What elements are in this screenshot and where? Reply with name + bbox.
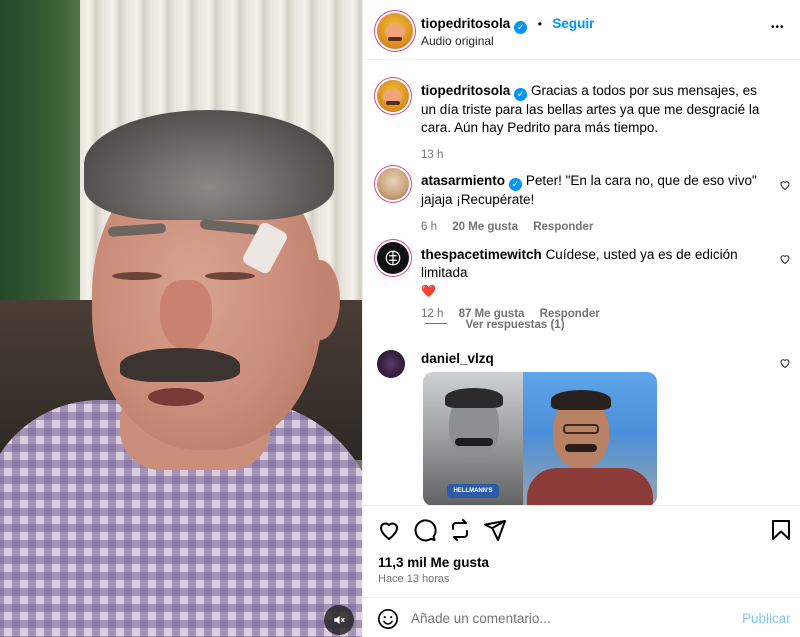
verified-badge-icon: ✓ [509, 178, 523, 191]
person-eye-right [205, 272, 255, 280]
comment-time[interactable]: 6 h [421, 221, 437, 233]
like-comment-heart-icon[interactable] [779, 253, 791, 265]
emoji-smiley-icon[interactable] [377, 608, 399, 630]
post-media-video[interactable] [0, 0, 362, 637]
photo-color-shirt [527, 468, 653, 506]
photo-color-hair [551, 390, 611, 410]
commenter-avatar[interactable] [377, 350, 405, 378]
view-replies-button[interactable]: Ver respuestas (1) [425, 315, 565, 333]
like-comment-heart-icon[interactable] [779, 179, 791, 191]
commenter-username[interactable]: daniel_vlzq [421, 351, 494, 366]
replies-divider-line [425, 323, 447, 325]
witch-symbol-icon [385, 250, 401, 266]
verified-badge-icon: ✓ [514, 88, 528, 101]
audio-label[interactable]: Audio original [421, 34, 494, 48]
person-mouth [148, 388, 204, 406]
follow-button[interactable]: Seguir [552, 16, 594, 31]
photo-color-mustache [565, 444, 597, 452]
photo-bw-mustache [455, 438, 493, 446]
verified-badge-icon: ✓ [514, 21, 528, 34]
save-bookmark-icon[interactable] [769, 518, 793, 542]
share-paper-plane-icon[interactable] [483, 518, 507, 542]
mute-toggle-button[interactable] [324, 605, 354, 635]
photo-bw-hair [445, 388, 503, 408]
comment-bubble-icon[interactable] [413, 518, 437, 542]
separator-dot: • [537, 17, 542, 31]
caption-username[interactable]: tiopedritosola [421, 83, 510, 98]
photo-label: HELLMANN'S [447, 484, 499, 498]
person-hair [84, 110, 334, 220]
commenter-username[interactable]: atasarmiento [421, 173, 505, 188]
commenter-avatar[interactable] [377, 242, 409, 274]
post-header: tiopedritosola ✓ • Seguir Audio original … [363, 0, 800, 60]
comment-input[interactable] [411, 607, 711, 629]
post-side-panel: tiopedritosola ✓ • Seguir Audio original … [362, 0, 800, 637]
like-comment-heart-icon[interactable] [779, 357, 791, 369]
comment-likes[interactable]: 20 Me gusta [452, 221, 518, 233]
post-timestamp[interactable]: Hace 13 horas [378, 573, 450, 585]
caption-time[interactable]: 13 h [421, 149, 771, 161]
author-username[interactable]: tiopedritosola [421, 16, 510, 31]
post-action-bar: 11,3 mil Me gusta Hace 13 horas [363, 505, 800, 595]
commenter-avatar[interactable] [377, 168, 409, 200]
repost-icon[interactable] [448, 518, 472, 542]
photo-bw-portrait: HELLMANN'S [423, 372, 523, 506]
reply-button[interactable]: Responder [533, 221, 593, 233]
comment-photo[interactable]: HELLMANN'S [423, 372, 657, 506]
avatar-mustache [386, 101, 400, 105]
avatar-mustache [388, 37, 402, 41]
red-heart-emoji: ❤️ [421, 284, 436, 298]
like-heart-icon[interactable] [377, 518, 401, 542]
view-replies-label: Ver respuestas (1) [465, 319, 565, 331]
background-curtain-green [0, 0, 90, 300]
publish-button[interactable]: Publicar [742, 611, 791, 626]
person-eye-left [112, 272, 162, 280]
author-avatar[interactable] [377, 13, 413, 49]
commenter-username[interactable]: thespacetimewitch [421, 247, 542, 262]
photo-color-portrait [523, 372, 657, 506]
caption-author-avatar[interactable] [377, 80, 409, 112]
more-options-icon[interactable]: ••• [771, 22, 785, 33]
comment-composer: Publicar [363, 597, 800, 637]
photo-color-glasses [563, 424, 599, 434]
speaker-muted-icon [334, 615, 345, 625]
like-count[interactable]: 11,3 mil Me gusta [378, 555, 489, 570]
person-nose [160, 280, 212, 350]
person-mustache [120, 348, 240, 382]
